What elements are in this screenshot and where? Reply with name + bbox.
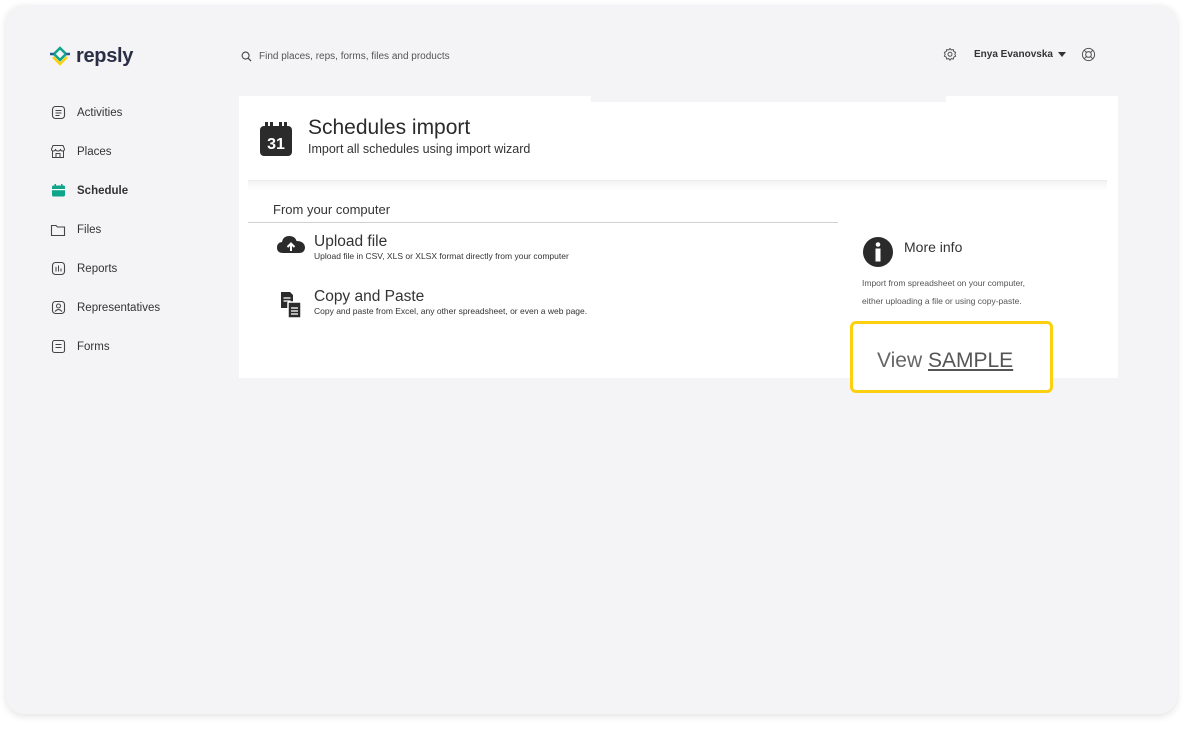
card-top-gap <box>591 96 946 102</box>
page-title: Schedules import <box>308 116 471 139</box>
cloud-upload-icon <box>275 233 307 261</box>
page-header: 31 Schedules import Import all schedules… <box>259 116 530 157</box>
sidebar-item-reports[interactable]: Reports <box>50 249 160 288</box>
sidebar-item-representatives[interactable]: Representatives <box>50 288 160 327</box>
header-shadow <box>248 181 1107 191</box>
logo-text: repsly <box>76 45 134 67</box>
more-info-line-2: either uploading a file or using copy-pa… <box>862 296 1022 306</box>
sidebar-item-label: Activities <box>77 106 123 119</box>
more-info-line-1: Import from spreadsheet on your computer… <box>862 278 1025 288</box>
chevron-down-icon <box>1057 52 1066 57</box>
sidebar: Activities Places Schedule Files Reports <box>50 93 160 366</box>
logo[interactable]: repsly <box>48 45 133 68</box>
sidebar-item-label: Representatives <box>77 301 161 314</box>
sidebar-item-activities[interactable]: Activities <box>50 93 160 132</box>
calendar-day: 31 <box>267 136 285 153</box>
user-card-icon <box>50 300 66 316</box>
app-window: repsly Enya Evanovska <box>6 5 1177 714</box>
user-controls: Enya Evanovska <box>943 47 1096 62</box>
view-sample-highlight: View SAMPLE <box>850 321 1053 393</box>
copy-paste-option[interactable]: Copy and Paste Copy and paste from Excel… <box>275 288 587 320</box>
report-icon <box>50 261 66 277</box>
copy-paste-title: Copy and Paste <box>314 288 425 305</box>
more-info-title: More info <box>904 239 963 255</box>
sidebar-item-label: Reports <box>77 262 118 275</box>
sidebar-item-files[interactable]: Files <box>50 210 160 249</box>
copy-paste-icon <box>275 288 307 320</box>
copy-paste-description: Copy and paste from Excel, any other spr… <box>314 306 588 316</box>
store-icon <box>50 144 66 160</box>
lifebuoy-icon[interactable] <box>1081 47 1096 62</box>
info-icon <box>863 237 893 267</box>
search-bar <box>241 51 539 62</box>
repsly-logo-icon <box>50 45 70 66</box>
page-subtitle: Import all schedules using import wizard <box>308 142 531 156</box>
section-divider <box>248 222 838 223</box>
sidebar-item-schedule[interactable]: Schedule <box>50 171 160 210</box>
sidebar-item-forms[interactable]: Forms <box>50 327 160 366</box>
form-icon <box>50 339 66 355</box>
user-menu[interactable]: Enya Evanovska <box>974 49 1066 60</box>
section-title: From your computer <box>273 202 391 217</box>
clipboard-icon <box>50 105 66 121</box>
sidebar-item-label: Places <box>77 145 112 158</box>
sidebar-item-places[interactable]: Places <box>50 132 160 171</box>
view-sample: View SAMPLE <box>877 349 1013 373</box>
view-sample-link[interactable]: SAMPLE <box>928 349 1013 372</box>
sidebar-item-label: Files <box>77 223 102 236</box>
calendar-31-icon: 31 <box>260 122 292 156</box>
search-icon <box>241 51 252 62</box>
upload-file-title: Upload file <box>314 233 388 250</box>
gear-icon[interactable] <box>943 47 957 62</box>
upload-file-description: Upload file in CSV, XLS or XLSX format d… <box>314 251 569 261</box>
upload-file-option[interactable]: Upload file Copy and paste from Excel, a… <box>275 233 569 261</box>
user-name: Enya Evanovska <box>974 49 1053 60</box>
calendar-icon <box>50 183 66 199</box>
folder-icon <box>50 222 66 238</box>
view-sample-prefix: View <box>877 349 923 372</box>
sidebar-item-label: Forms <box>77 340 110 353</box>
sidebar-item-label: Schedule <box>77 184 129 197</box>
search-input[interactable] <box>259 51 539 62</box>
more-info-panel: More info Import from spreadsheet on you… <box>862 236 1072 310</box>
